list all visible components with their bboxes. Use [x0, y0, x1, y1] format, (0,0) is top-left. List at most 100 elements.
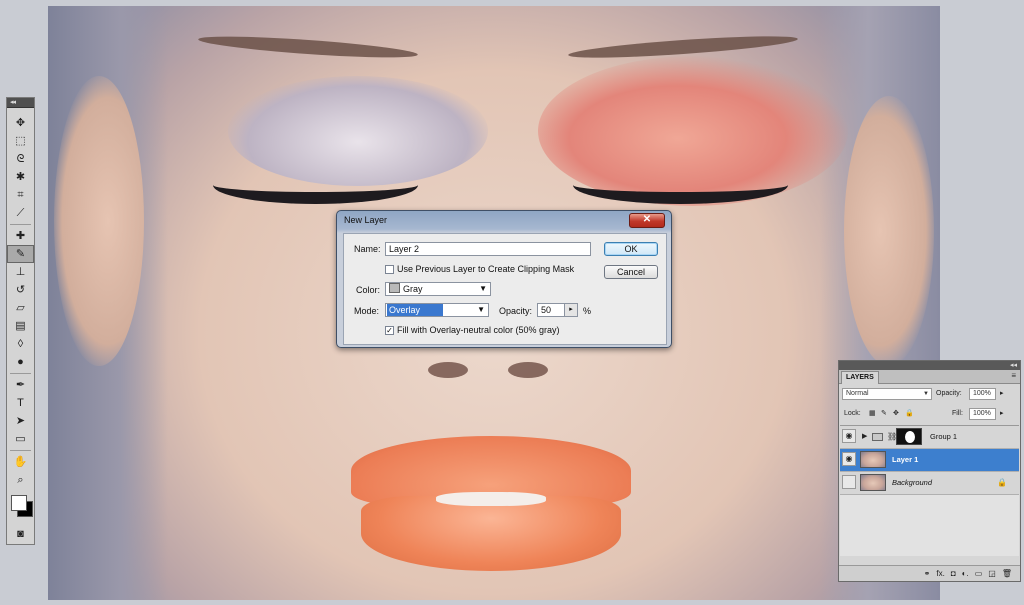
clipping-mask-checkbox[interactable]: [385, 265, 394, 274]
new-group-icon[interactable]: ▭: [975, 569, 983, 578]
color-label: Color:: [356, 285, 381, 295]
layer-row-background[interactable]: Background 🔒: [840, 472, 1019, 495]
canvas-eyebrow-left: [197, 32, 419, 62]
layer-thumbnail: [860, 451, 886, 468]
path-selection-tool-icon[interactable]: ➤: [7, 412, 34, 430]
tools-divider: [10, 224, 31, 225]
canvas-nostril-left: [428, 362, 468, 378]
layer-thumbnail: [860, 474, 886, 491]
zoom-tool-icon[interactable]: ⌕: [7, 471, 34, 489]
tools-panel-header[interactable]: ◂◂: [7, 98, 34, 108]
fill-value: 100%: [973, 410, 991, 417]
pen-tool-icon[interactable]: ✒: [7, 376, 34, 394]
quick-select-tool-icon[interactable]: ✱: [7, 168, 34, 186]
layer-style-icon[interactable]: fx.: [936, 569, 944, 578]
fill-arrow-icon[interactable]: ▸: [1000, 408, 1004, 420]
color-select-value: Gray: [403, 284, 423, 294]
tab-layers[interactable]: LAYERS: [841, 371, 879, 384]
panel-menu-icon[interactable]: ≡: [1011, 371, 1016, 380]
mode-select-value: Overlay: [387, 304, 443, 316]
lock-position-icon[interactable]: ✥: [893, 408, 899, 420]
canvas-nostril-right: [508, 362, 548, 378]
dodge-tool-icon[interactable]: ●: [7, 353, 34, 371]
opacity-field[interactable]: 50 ▸: [537, 303, 578, 317]
canvas-lower-lip: [361, 496, 621, 571]
opacity-slider-arrow-icon[interactable]: ▸: [564, 304, 577, 316]
brush-tool-icon[interactable]: ✎: [7, 245, 34, 263]
canvas-eyelashes-right: [573, 166, 788, 204]
color-swatches: [7, 489, 34, 525]
layer-list: ◉ ▶ ⛓ Group 1 ◉ Layer 1 Background 🔒: [840, 425, 1019, 556]
name-field[interactable]: Layer 2: [385, 242, 591, 256]
eraser-tool-icon[interactable]: ▱: [7, 299, 34, 317]
quick-mask-icon[interactable]: ◙: [7, 525, 34, 543]
new-layer-dialog: New Layer ✕ Name: Layer 2 Use Previous L…: [336, 210, 672, 348]
collapse-icon[interactable]: ◂◂: [1010, 361, 1017, 370]
blur-tool-icon[interactable]: ◊: [7, 335, 34, 353]
gradient-tool-icon[interactable]: ▤: [7, 317, 34, 335]
layers-tab-row: LAYERS ≡: [839, 370, 1020, 384]
opacity-label: Opacity:: [499, 306, 533, 316]
eye-icon[interactable]: ◉: [842, 429, 856, 443]
layer-row-layer-1[interactable]: ◉ Layer 1: [840, 449, 1019, 472]
tools-panel: ◂◂ ✥ ⬚ ᘓ ✱ ⌗ ⟋ ✚ ✎ ⊥ ↺ ▱ ▤ ◊ ● ✒ T ➤ ▭ ✋…: [6, 97, 35, 545]
eye-icon[interactable]: [842, 475, 856, 489]
fill-field[interactable]: 100%: [969, 408, 996, 420]
add-mask-icon[interactable]: ◘: [951, 569, 956, 578]
mode-select[interactable]: Overlay ▼: [385, 303, 489, 317]
lock-all-icon[interactable]: 🔒: [905, 408, 914, 420]
trash-icon[interactable]: 🗑: [1002, 569, 1012, 578]
marquee-tool-icon[interactable]: ⬚: [7, 132, 34, 150]
layer-name: Background: [892, 478, 933, 487]
eye-icon[interactable]: ◉: [842, 452, 856, 466]
foreground-color-swatch[interactable]: [11, 495, 27, 511]
cancel-button[interactable]: Cancel: [604, 265, 658, 279]
layers-panel: ◂◂ LAYERS ≡ Normal ▼ Opacity: 100% ▸ Loc…: [838, 360, 1021, 582]
lasso-tool-icon[interactable]: ᘓ: [7, 150, 34, 168]
canvas-ear-left: [54, 76, 144, 366]
opacity-value: 50: [541, 305, 552, 315]
shape-tool-icon[interactable]: ▭: [7, 430, 34, 448]
blend-mode-value: Normal: [846, 390, 869, 397]
lock-label: Lock:: [844, 410, 861, 417]
mode-label: Mode:: [354, 306, 380, 316]
type-tool-icon[interactable]: T: [7, 394, 34, 412]
expand-triangle-icon[interactable]: ▶: [862, 426, 867, 448]
move-tool-icon[interactable]: ✥: [7, 114, 34, 132]
dialog-title: New Layer: [344, 215, 388, 225]
link-layers-icon[interactable]: ⚭: [924, 569, 931, 578]
layer-row-group-1[interactable]: ◉ ▶ ⛓ Group 1: [840, 426, 1019, 449]
name-label: Name:: [354, 244, 381, 254]
color-select[interactable]: Gray ▼: [385, 282, 491, 296]
crop-tool-icon[interactable]: ⌗: [7, 186, 34, 204]
folder-icon: [872, 433, 883, 441]
canvas-ear-right: [844, 96, 934, 366]
canvas-teeth: [436, 492, 546, 506]
dialog-body: Name: Layer 2 Use Previous Layer to Crea…: [343, 233, 667, 345]
history-brush-tool-icon[interactable]: ↺: [7, 281, 34, 299]
opacity-arrow-icon[interactable]: ▸: [1000, 388, 1004, 400]
blend-mode-select[interactable]: Normal ▼: [842, 388, 932, 400]
ok-button[interactable]: OK: [604, 242, 658, 256]
layer-name: Layer 1: [892, 455, 919, 464]
new-layer-icon[interactable]: ◲: [988, 569, 996, 578]
clone-stamp-tool-icon[interactable]: ⊥: [7, 263, 34, 281]
adjustment-layer-icon[interactable]: ◐.: [962, 569, 969, 578]
collapse-icon[interactable]: ◂◂: [10, 98, 16, 107]
tools-divider: [10, 450, 31, 451]
hand-tool-icon[interactable]: ✋: [7, 453, 34, 471]
lock-pixels-icon[interactable]: ✎: [881, 408, 887, 420]
close-button[interactable]: ✕: [629, 213, 665, 228]
layer-mask-thumbnail[interactable]: [896, 428, 922, 445]
canvas-eyelashes-left: [213, 166, 418, 204]
lock-icon: 🔒: [997, 478, 1007, 487]
layers-panel-header[interactable]: ◂◂: [839, 361, 1020, 370]
lock-row: Lock: ▦ ✎ ✥ 🔒 Fill: 100% ▸: [839, 404, 1020, 424]
healing-brush-tool-icon[interactable]: ✚: [7, 227, 34, 245]
opacity-unit: %: [583, 306, 592, 316]
fill-neutral-checkbox[interactable]: ✓: [385, 326, 394, 335]
layer-opacity-field[interactable]: 100%: [969, 388, 996, 400]
lock-transparent-icon[interactable]: ▦: [869, 408, 876, 420]
fill-label: Fill:: [952, 410, 963, 417]
eyedropper-tool-icon[interactable]: ⟋: [7, 204, 34, 222]
